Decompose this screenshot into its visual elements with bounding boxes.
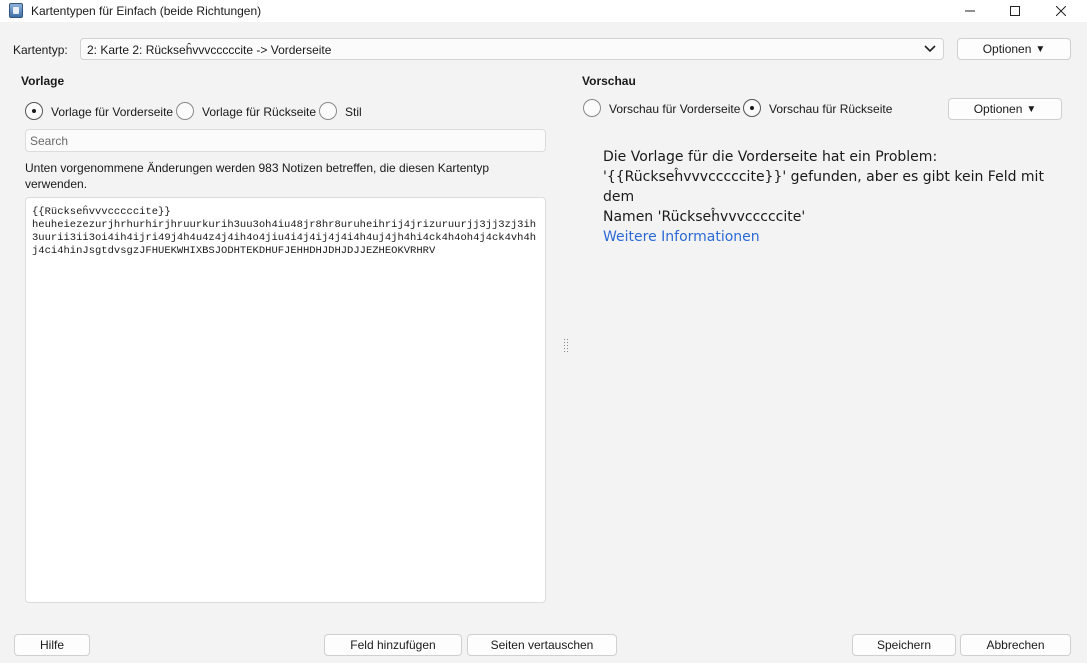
radio-back-template[interactable] bbox=[176, 102, 194, 120]
preview-message-line1: Die Vorlage für die Vorderseite hat ein … bbox=[603, 149, 938, 165]
radio-back-template-label[interactable]: Vorlage für Rückseite bbox=[202, 105, 316, 119]
preview-options-button[interactable]: Optionen ▼ bbox=[948, 98, 1062, 120]
window-title: Kartentypen für Einfach (beide Richtunge… bbox=[31, 4, 262, 18]
chevron-down-icon bbox=[924, 45, 936, 53]
template-heading: Vorlage bbox=[21, 74, 65, 88]
radio-front-template-label[interactable]: Vorlage für Vorderseite bbox=[51, 105, 173, 119]
radio-preview-back-label[interactable]: Vorschau für Rückseite bbox=[769, 102, 892, 116]
options-label: Optionen bbox=[982, 42, 1032, 56]
close-icon bbox=[1056, 6, 1066, 16]
radio-front-template[interactable] bbox=[25, 102, 43, 120]
splitter-handle[interactable] bbox=[564, 339, 568, 353]
add-field-button[interactable]: Feld hinzufügen bbox=[324, 634, 462, 656]
maximize-button[interactable] bbox=[992, 0, 1038, 22]
maximize-icon bbox=[1010, 6, 1020, 16]
preview-message: Die Vorlage für die Vorderseite hat ein … bbox=[603, 147, 1063, 247]
app-icon bbox=[9, 3, 23, 18]
cancel-button[interactable]: Abbrechen bbox=[960, 634, 1071, 656]
dropdown-arrow-icon: ▼ bbox=[1026, 103, 1037, 115]
help-button[interactable]: Hilfe bbox=[14, 634, 90, 656]
minimize-icon bbox=[965, 10, 975, 12]
cardtype-selected: 2: Karte 2: Rückseĥvvvcccccite -> Vorder… bbox=[87, 43, 332, 57]
close-button[interactable] bbox=[1038, 0, 1084, 22]
preview-heading: Vorschau bbox=[582, 74, 636, 88]
minimize-button[interactable] bbox=[947, 0, 993, 22]
cardtype-label: Kartentyp: bbox=[13, 43, 68, 57]
template-editor[interactable]: {{Rückseĥvvvcccccite}} heuheiezezurjhrhu… bbox=[25, 197, 546, 603]
radio-preview-back[interactable] bbox=[743, 99, 761, 117]
options-label: Optionen bbox=[973, 102, 1023, 116]
radio-style[interactable] bbox=[319, 102, 337, 120]
cardtype-select[interactable]: 2: Karte 2: Rückseĥvvvcccccite -> Vorder… bbox=[80, 38, 944, 60]
cardtype-options-button[interactable]: Optionen ▼ bbox=[957, 38, 1071, 60]
info-text: Unten vorgenommene Änderungen werden 983… bbox=[25, 161, 490, 191]
radio-preview-front[interactable] bbox=[583, 99, 601, 117]
dropdown-arrow-icon: ▼ bbox=[1035, 43, 1046, 55]
search-input[interactable] bbox=[25, 129, 546, 152]
save-button[interactable]: Speichern bbox=[852, 634, 956, 656]
preview-message-line2: '{{Rückseĥvvvcccccite}}' gefunden, aber … bbox=[603, 169, 1044, 205]
radio-style-label[interactable]: Stil bbox=[345, 105, 362, 119]
title-bar: Kartentypen für Einfach (beide Richtunge… bbox=[0, 0, 1087, 22]
radio-preview-front-label[interactable]: Vorschau für Vorderseite bbox=[609, 102, 740, 116]
more-info-link[interactable]: Weitere Informationen bbox=[603, 227, 1063, 247]
preview-message-line3: Namen 'Rückseĥvvvcccccite' bbox=[603, 209, 806, 225]
swap-sides-button[interactable]: Seiten vertauschen bbox=[467, 634, 617, 656]
